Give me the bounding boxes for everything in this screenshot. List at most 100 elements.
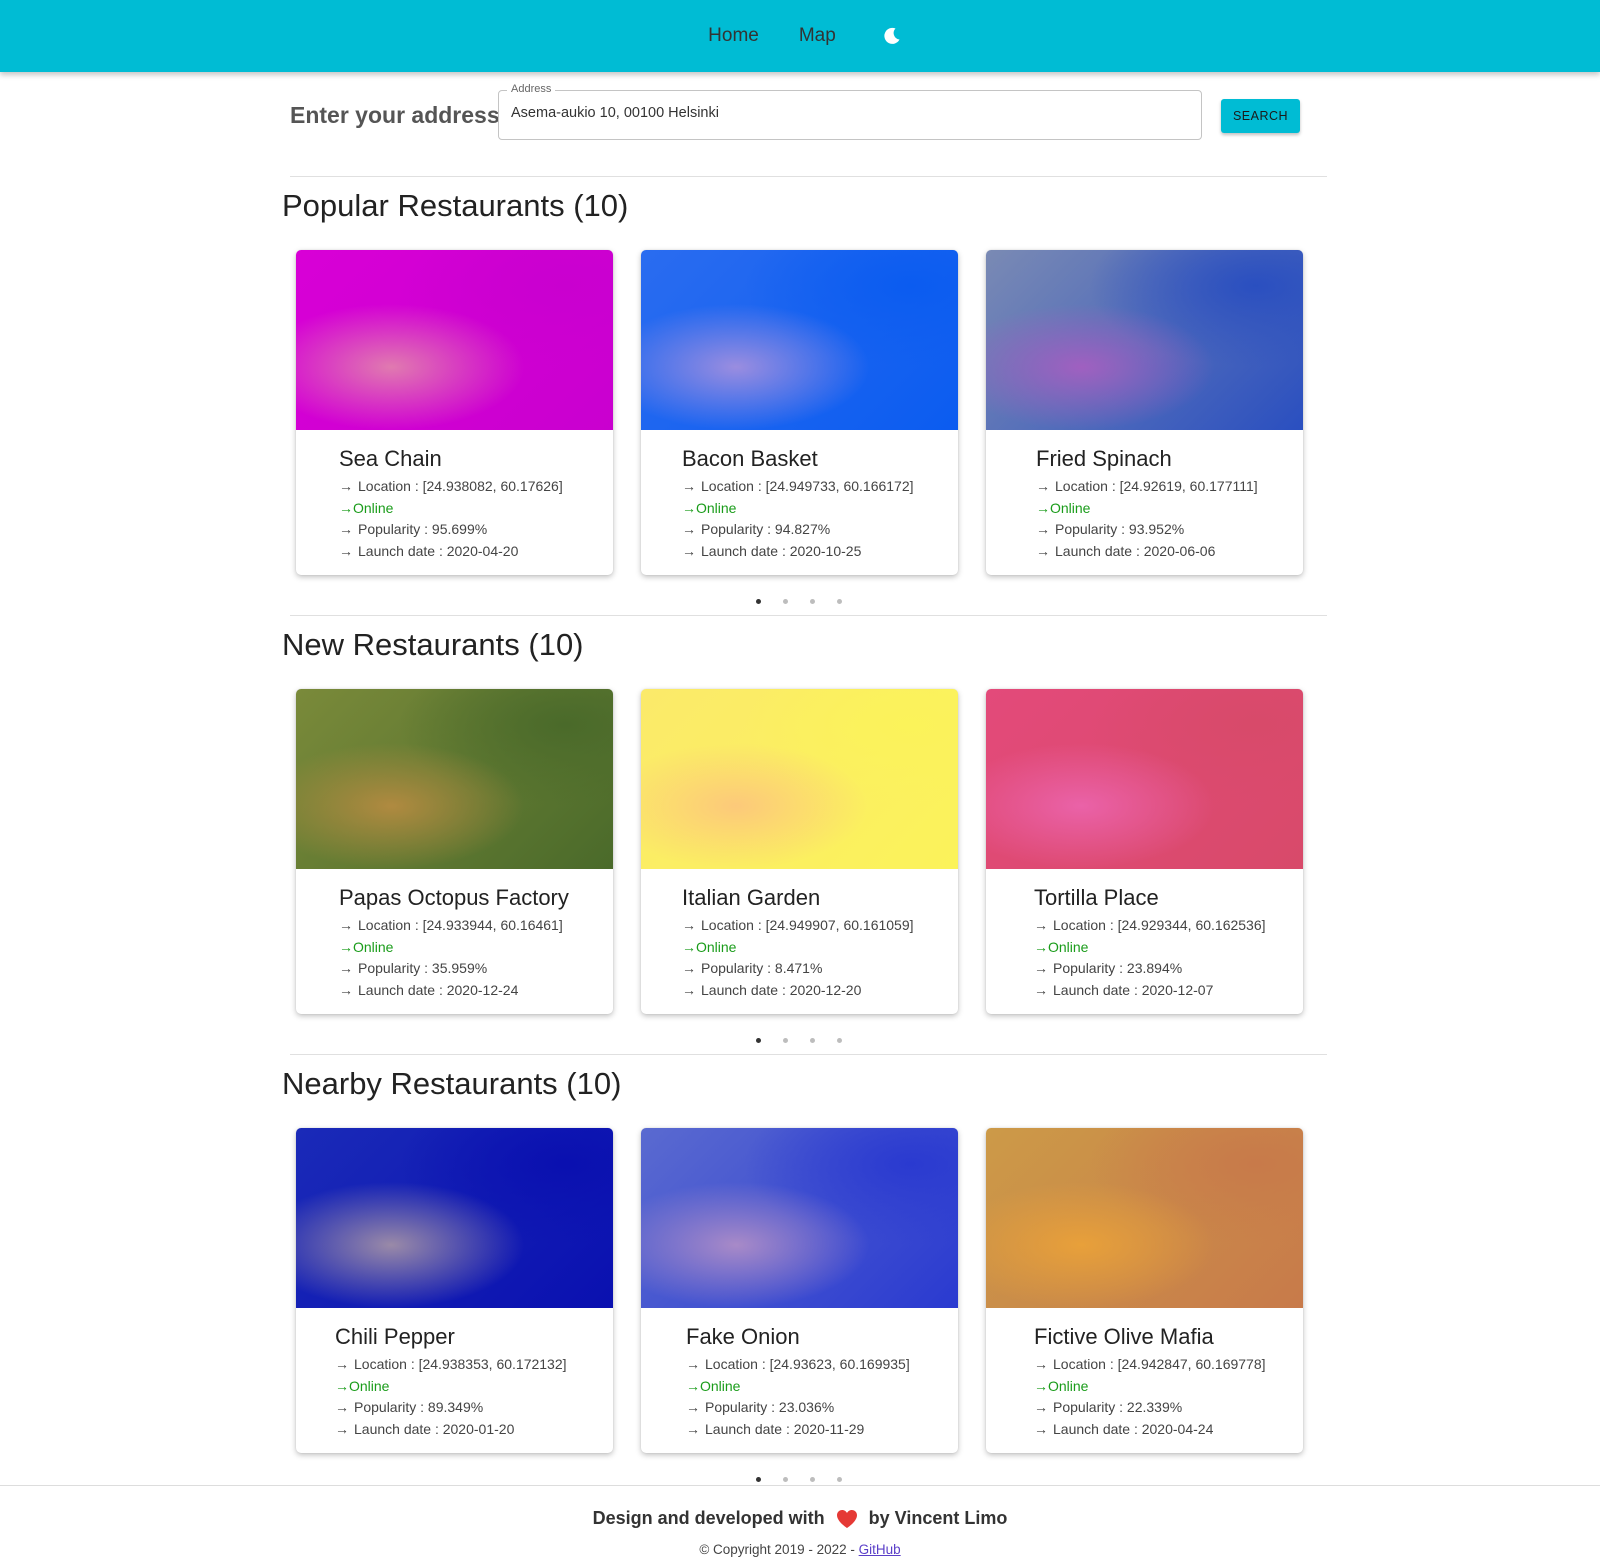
arrow-right-icon: →	[1034, 1399, 1048, 1415]
restaurant-status: →Online	[686, 1376, 952, 1398]
arrow-right-icon: →	[1034, 917, 1048, 933]
restaurant-details: Tortilla Place → Location : [24.929344, 60…	[1034, 885, 1297, 1001]
arrow-right-icon: →	[682, 478, 696, 494]
arrow-right-icon: →	[1034, 960, 1048, 976]
restaurant-details: Bacon Basket → Location : [24.949733, 60.1…	[682, 446, 952, 562]
arrow-right-icon: →	[1034, 981, 1048, 998]
restaurant-location-text: Location : [24.92619, 60.177111]	[1055, 478, 1258, 494]
restaurant-status: →Online	[1034, 937, 1297, 959]
theme-toggle-button[interactable]	[872, 16, 912, 56]
carousel-dot[interactable]	[756, 599, 761, 604]
restaurant-popularity: → Popularity : 23.036%	[686, 1397, 952, 1419]
arrow-right-icon: →	[339, 521, 353, 537]
section-divider	[290, 615, 1327, 616]
arrow-right-icon: →	[339, 478, 353, 494]
arrow-right-icon: →	[682, 917, 696, 933]
restaurant-launch-date: → Launch date : 2020-12-20	[682, 980, 952, 1002]
section-title: Nearby Restaurants (10)	[282, 1066, 622, 1101]
carousel-dot[interactable]	[810, 1038, 815, 1043]
restaurant-card[interactable]: Fictive Olive Mafia → Location : [24.94284…	[986, 1128, 1303, 1453]
restaurant-location-text: Location : [24.933944, 60.16461]	[358, 917, 563, 933]
restaurant-popularity: → Popularity : 22.339%	[1034, 1397, 1297, 1419]
section-title: Popular Restaurants (10)	[282, 188, 629, 223]
restaurant-status-text: Online	[353, 499, 394, 516]
arrow-right-icon: →	[1034, 1356, 1048, 1372]
restaurant-image	[296, 250, 613, 430]
carousel-dot[interactable]	[783, 1477, 788, 1482]
arrow-right-icon: →	[686, 1377, 700, 1394]
restaurant-name: Chili Pepper	[335, 1324, 455, 1349]
restaurant-status-text: Online	[349, 1377, 390, 1394]
carousel-dot[interactable]	[783, 1038, 788, 1043]
heart-icon	[836, 1510, 857, 1529]
arrow-right-icon: →	[1034, 1377, 1048, 1394]
restaurant-status-text: Online	[1048, 1377, 1089, 1394]
restaurant-status: →Online	[1036, 498, 1297, 520]
carousel-dot[interactable]	[837, 599, 842, 604]
restaurant-location-text: Location : [24.93623, 60.169935]	[705, 1356, 910, 1372]
restaurant-location: → Location : [24.949907, 60.161059]	[682, 915, 952, 937]
arrow-right-icon: →	[339, 542, 353, 559]
arrow-right-icon: →	[335, 1377, 349, 1394]
carousel-dot[interactable]	[783, 599, 788, 604]
nav-home-link[interactable]: Home	[688, 17, 779, 55]
address-field[interactable]: Address	[498, 83, 1202, 140]
restaurant-location-text: Location : [24.938353, 60.172132]	[354, 1356, 567, 1372]
restaurant-popularity: → Popularity : 89.349%	[335, 1397, 607, 1419]
restaurant-image	[986, 250, 1303, 430]
restaurant-launch-date: → Launch date : 2020-04-24	[1034, 1419, 1297, 1441]
section-divider	[290, 176, 1327, 177]
search-button[interactable]: SEARCH	[1221, 99, 1300, 133]
arrow-right-icon: →	[1034, 938, 1048, 955]
carousel-dot[interactable]	[756, 1038, 761, 1043]
carousel-dot[interactable]	[837, 1477, 842, 1482]
restaurant-location-text: Location : [24.938082, 60.17626]	[358, 478, 563, 494]
restaurant-name: Sea Chain	[339, 446, 442, 471]
restaurant-popularity-text: Popularity : 93.952%	[1055, 521, 1185, 537]
restaurant-card[interactable]: Sea Chain → Location : [24.938082, 60.1762…	[296, 250, 613, 575]
restaurant-launch-date: → Launch date : 2020-12-24	[339, 980, 607, 1002]
restaurant-popularity-text: Popularity : 8.471%	[701, 960, 823, 976]
restaurant-status: →Online	[339, 498, 607, 520]
restaurant-card[interactable]: Chili Pepper → Location : [24.938353, 60.1…	[296, 1128, 613, 1453]
restaurant-launch-date-text: Launch date : 2020-10-25	[701, 542, 862, 559]
restaurant-location-text: Location : [24.942847, 60.169778]	[1053, 1356, 1266, 1372]
restaurant-card[interactable]: Papas Octopus Factory → Location : [24.933…	[296, 689, 613, 1014]
arrow-right-icon: →	[682, 521, 696, 537]
restaurant-card[interactable]: Bacon Basket → Location : [24.949733, 60.1…	[641, 250, 958, 575]
restaurant-image	[296, 689, 613, 869]
restaurant-card[interactable]: Fried Spinach → Location : [24.92619, 60.1…	[986, 250, 1303, 575]
footer: Design and developed with by Vincent Lim…	[0, 1485, 1600, 1563]
restaurant-location: → Location : [24.92619, 60.177111]	[1036, 476, 1297, 498]
footer-text-after: by Vincent Limo	[868, 1508, 1008, 1528]
restaurant-status-text: Online	[700, 1377, 741, 1394]
carousel-dot[interactable]	[837, 1038, 842, 1043]
arrow-right-icon: →	[1034, 1420, 1048, 1437]
restaurant-popularity-text: Popularity : 22.339%	[1053, 1399, 1183, 1415]
restaurant-location: → Location : [24.933944, 60.16461]	[339, 915, 607, 937]
carousel-dot[interactable]	[756, 1477, 761, 1482]
restaurant-popularity-text: Popularity : 95.699%	[358, 521, 488, 537]
restaurant-popularity-text: Popularity : 89.349%	[354, 1399, 484, 1415]
restaurant-popularity-text: Popularity : 35.959%	[358, 960, 488, 976]
restaurant-status: →Online	[682, 498, 952, 520]
restaurant-card[interactable]: Tortilla Place → Location : [24.929344, 60…	[986, 689, 1303, 1014]
restaurant-launch-date: → Launch date : 2020-01-20	[335, 1419, 607, 1441]
restaurant-card[interactable]: Italian Garden → Location : [24.949907, 60…	[641, 689, 958, 1014]
restaurant-name: Bacon Basket	[682, 446, 818, 471]
address-input[interactable]	[511, 105, 1191, 121]
restaurant-location-text: Location : [24.949907, 60.161059]	[701, 917, 914, 933]
arrow-right-icon: →	[335, 1356, 349, 1372]
carousel-dot[interactable]	[810, 1477, 815, 1482]
nav-map-link[interactable]: Map	[779, 17, 856, 55]
restaurant-carousel: Sea Chain → Location : [24.938082, 60.1762…	[296, 250, 1303, 575]
restaurant-details: Papas Octopus Factory → Location : [24.933…	[339, 885, 607, 1001]
restaurant-launch-date-text: Launch date : 2020-04-20	[358, 542, 519, 559]
restaurant-card[interactable]: Fake Onion → Location : [24.93623, 60.1699…	[641, 1128, 958, 1453]
restaurant-popularity: → Popularity : 93.952%	[1036, 519, 1297, 541]
restaurant-location: → Location : [24.942847, 60.169778]	[1034, 1354, 1297, 1376]
restaurant-location-text: Location : [24.929344, 60.162536]	[1053, 917, 1266, 933]
carousel-dot[interactable]	[810, 599, 815, 604]
github-link[interactable]: GitHub	[859, 1542, 901, 1557]
restaurant-details: Fictive Olive Mafia → Location : [24.94284…	[1034, 1324, 1297, 1440]
